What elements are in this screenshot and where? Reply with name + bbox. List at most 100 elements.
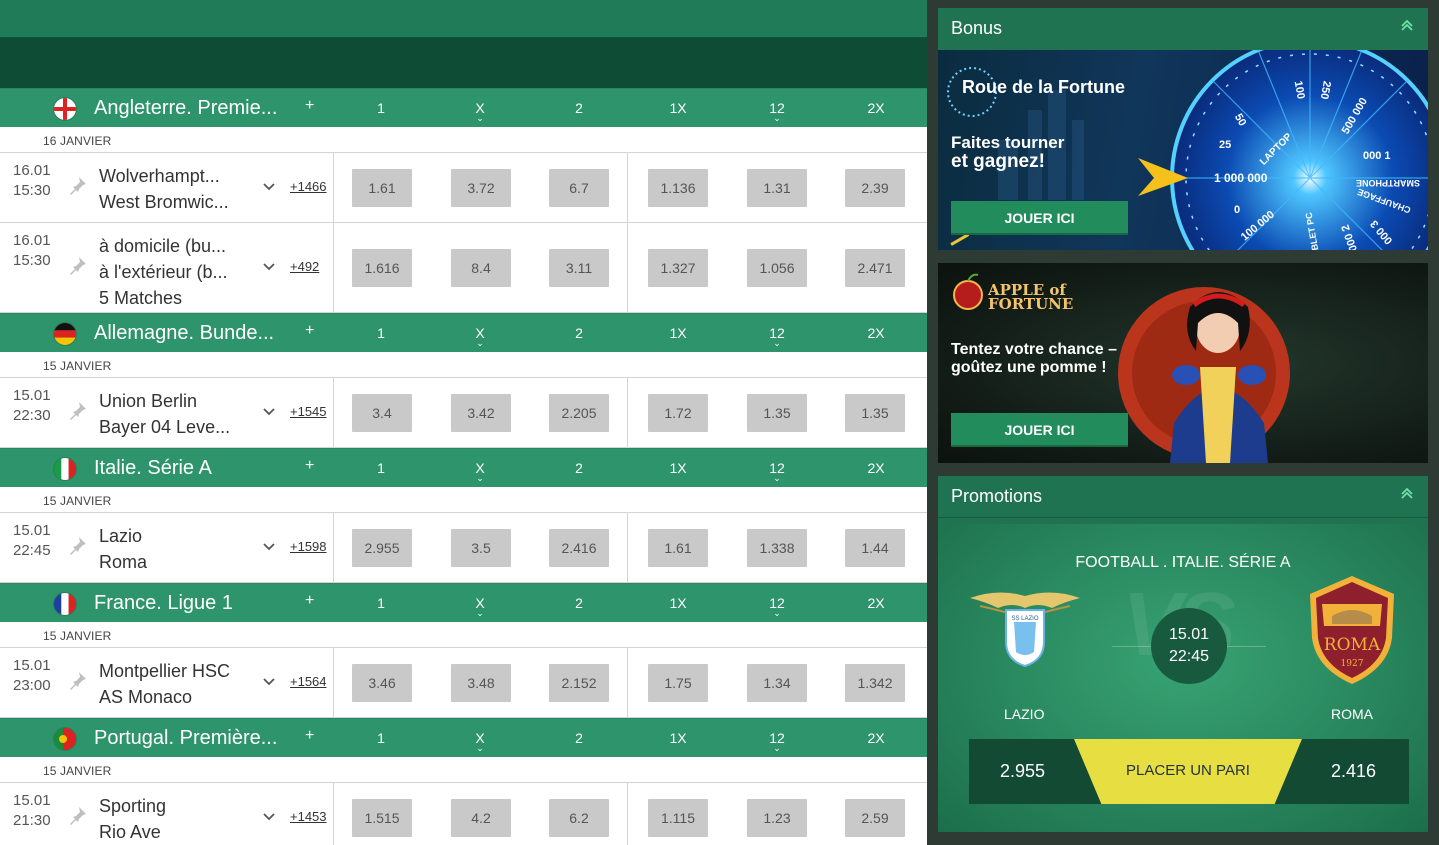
odds-header-1x[interactable]: 1X (648, 460, 708, 476)
expand-plus-icon[interactable]: + (305, 97, 314, 115)
bonus-header[interactable]: Bonus (938, 8, 1428, 50)
odds-header-1x[interactable]: 1X (648, 730, 708, 746)
odd-button-12[interactable]: 1.23 (747, 799, 807, 837)
league-header[interactable]: Portugal. Première... +1 X ⌄ 2 1X 12 ⌄ 2X (0, 718, 927, 757)
promo-match-card[interactable]: FOOTBALL . ITALIE. SÉRIE A VS 15.01 22:4… (938, 524, 1428, 832)
league-header[interactable]: France. Ligue 1 +1 X ⌄ 2 1X 12 ⌄ 2X (0, 583, 927, 622)
league-header[interactable]: Italie. Série A +1 X ⌄ 2 1X 12 ⌄ 2X (0, 448, 927, 487)
league-header[interactable]: Allemagne. Bunde... +1 X ⌄ 2 1X 12 ⌄ 2X (0, 313, 927, 352)
collapse-icon[interactable] (1400, 486, 1414, 500)
odds-header-2x[interactable]: 2X (846, 460, 906, 476)
odds-header-2[interactable]: 2 (549, 100, 609, 116)
odd-button-x[interactable]: 3.5 (451, 529, 511, 567)
collapse-icon[interactable] (1400, 18, 1414, 32)
odd-button-x[interactable]: 4.2 (451, 799, 511, 837)
odd-button-x[interactable]: 3.42 (451, 394, 511, 432)
odds-header-12[interactable]: 12 ⌄ (747, 100, 807, 123)
odds-header-2[interactable]: 2 (549, 460, 609, 476)
chevron-down-icon[interactable] (262, 677, 276, 687)
more-markets-link[interactable]: +1598 (290, 539, 327, 554)
odd-button-2[interactable]: 2.416 (549, 529, 609, 567)
odds-header-1[interactable]: 1 (351, 730, 411, 746)
odds-header-x[interactable]: X ⌄ (450, 325, 510, 348)
match-teams[interactable]: Sporting Rio Ave (99, 793, 166, 845)
odds-header-1[interactable]: 1 (351, 460, 411, 476)
pin-icon[interactable] (68, 670, 88, 690)
expand-plus-icon[interactable]: + (305, 457, 314, 475)
odds-header-2x[interactable]: 2X (846, 325, 906, 341)
match-row[interactable]: 15.01 23:00 Montpellier HSC AS Monaco +1564 3… (0, 648, 927, 718)
odd-button-1[interactable]: 2.955 (352, 529, 412, 567)
odd-button-12[interactable]: 1.056 (747, 249, 807, 287)
odd-button-2[interactable]: 6.2 (549, 799, 609, 837)
odd-button-2x[interactable]: 2.39 (845, 169, 905, 207)
expand-plus-icon[interactable]: + (305, 322, 314, 340)
expand-plus-icon[interactable]: + (305, 592, 314, 610)
odd-button-1x[interactable]: 1.115 (648, 799, 708, 837)
league-name[interactable]: France. Ligue 1 (94, 592, 233, 615)
pin-icon[interactable] (68, 255, 88, 275)
more-markets-link[interactable]: +1466 (290, 179, 327, 194)
odd-button-12[interactable]: 1.338 (747, 529, 807, 567)
pin-icon[interactable] (68, 535, 88, 555)
match-teams[interactable]: Lazio Roma (99, 523, 147, 575)
more-markets-link[interactable]: +492 (290, 259, 319, 274)
match-row[interactable]: 15.01 22:30 Union Berlin Bayer 04 Leve... +1… (0, 378, 927, 448)
odd-button-1[interactable]: 3.46 (352, 664, 412, 702)
jouer-ici-button-2[interactable]: JOUER ICI (951, 413, 1128, 447)
odds-header-2x[interactable]: 2X (846, 730, 906, 746)
odd-button-2x[interactable]: 2.59 (845, 799, 905, 837)
match-teams[interactable]: Wolverhampt... West Bromwic... (99, 163, 229, 215)
chevron-down-icon[interactable] (262, 182, 276, 192)
sort-chevron-icon[interactable]: ⌄ (450, 474, 510, 483)
odd-button-1[interactable]: 1.616 (352, 249, 412, 287)
odd-button-2x[interactable]: 2.471 (845, 249, 905, 287)
match-teams[interactable]: Union Berlin Bayer 04 Leve... (99, 388, 230, 440)
odds-header-2[interactable]: 2 (549, 325, 609, 341)
match-teams[interactable]: à domicile (bu... à l'extérieur (b... 5 Ma… (99, 233, 228, 311)
match-row[interactable]: 15.01 22:45 Lazio Roma +1598 2.955 3.5 2.416 1.6… (0, 513, 927, 583)
odd-button-1x[interactable]: 1.75 (648, 664, 708, 702)
odd-button-2x[interactable]: 1.342 (845, 664, 905, 702)
expand-plus-icon[interactable]: + (305, 727, 314, 745)
odds-header-12[interactable]: 12 ⌄ (747, 730, 807, 753)
odd-button-1[interactable]: 3.4 (352, 394, 412, 432)
odds-header-1[interactable]: 1 (351, 325, 411, 341)
sort-chevron-icon[interactable]: ⌄ (747, 609, 807, 618)
chevron-down-icon[interactable] (262, 812, 276, 822)
sort-chevron-icon[interactable]: ⌄ (747, 339, 807, 348)
odds-header-x[interactable]: X ⌄ (450, 100, 510, 123)
odds-header-12[interactable]: 12 ⌄ (747, 325, 807, 348)
odd-button-1x[interactable]: 1.136 (648, 169, 708, 207)
odd-button-2[interactable]: 6.7 (549, 169, 609, 207)
odd-button-2[interactable]: 2.152 (549, 664, 609, 702)
jouer-ici-button-1[interactable]: JOUER ICI (951, 201, 1128, 235)
sort-chevron-icon[interactable]: ⌄ (747, 114, 807, 123)
odd-button-2x[interactable]: 1.35 (845, 394, 905, 432)
match-row[interactable]: 16.01 15:30 Wolverhampt... West Bromwic... +… (0, 153, 927, 223)
odds-header-2[interactable]: 2 (549, 730, 609, 746)
odd-button-12[interactable]: 1.31 (747, 169, 807, 207)
team1-odd[interactable]: 2.955 (1000, 761, 1045, 782)
odd-button-2[interactable]: 2.205 (549, 394, 609, 432)
promotions-header[interactable]: Promotions (938, 476, 1428, 518)
more-markets-link[interactable]: +1564 (290, 674, 327, 689)
odds-header-2x[interactable]: 2X (846, 100, 906, 116)
odds-header-2[interactable]: 2 (549, 595, 609, 611)
chevron-down-icon[interactable] (262, 262, 276, 272)
pin-icon[interactable] (68, 175, 88, 195)
league-name[interactable]: Allemagne. Bunde... (94, 322, 274, 345)
odds-header-1x[interactable]: 1X (648, 325, 708, 341)
sort-chevron-icon[interactable]: ⌄ (450, 339, 510, 348)
odd-button-1x[interactable]: 1.327 (648, 249, 708, 287)
odds-header-12[interactable]: 12 ⌄ (747, 595, 807, 618)
more-markets-link[interactable]: +1545 (290, 404, 327, 419)
sort-chevron-icon[interactable]: ⌄ (747, 744, 807, 753)
banner-apple-of-fortune[interactable]: APPLE of FORTUNE Tentez votre chance – g… (938, 263, 1428, 463)
odd-button-2[interactable]: 3.11 (549, 249, 609, 287)
match-teams[interactable]: Montpellier HSC AS Monaco (99, 658, 230, 710)
match-row[interactable]: 15.01 21:30 Sporting Rio Ave +1453 1.515 4.2 6.… (0, 783, 927, 845)
pin-icon[interactable] (68, 805, 88, 825)
place-bet-button[interactable]: PLACER UN PARI (1074, 739, 1302, 804)
odd-button-2x[interactable]: 1.44 (845, 529, 905, 567)
